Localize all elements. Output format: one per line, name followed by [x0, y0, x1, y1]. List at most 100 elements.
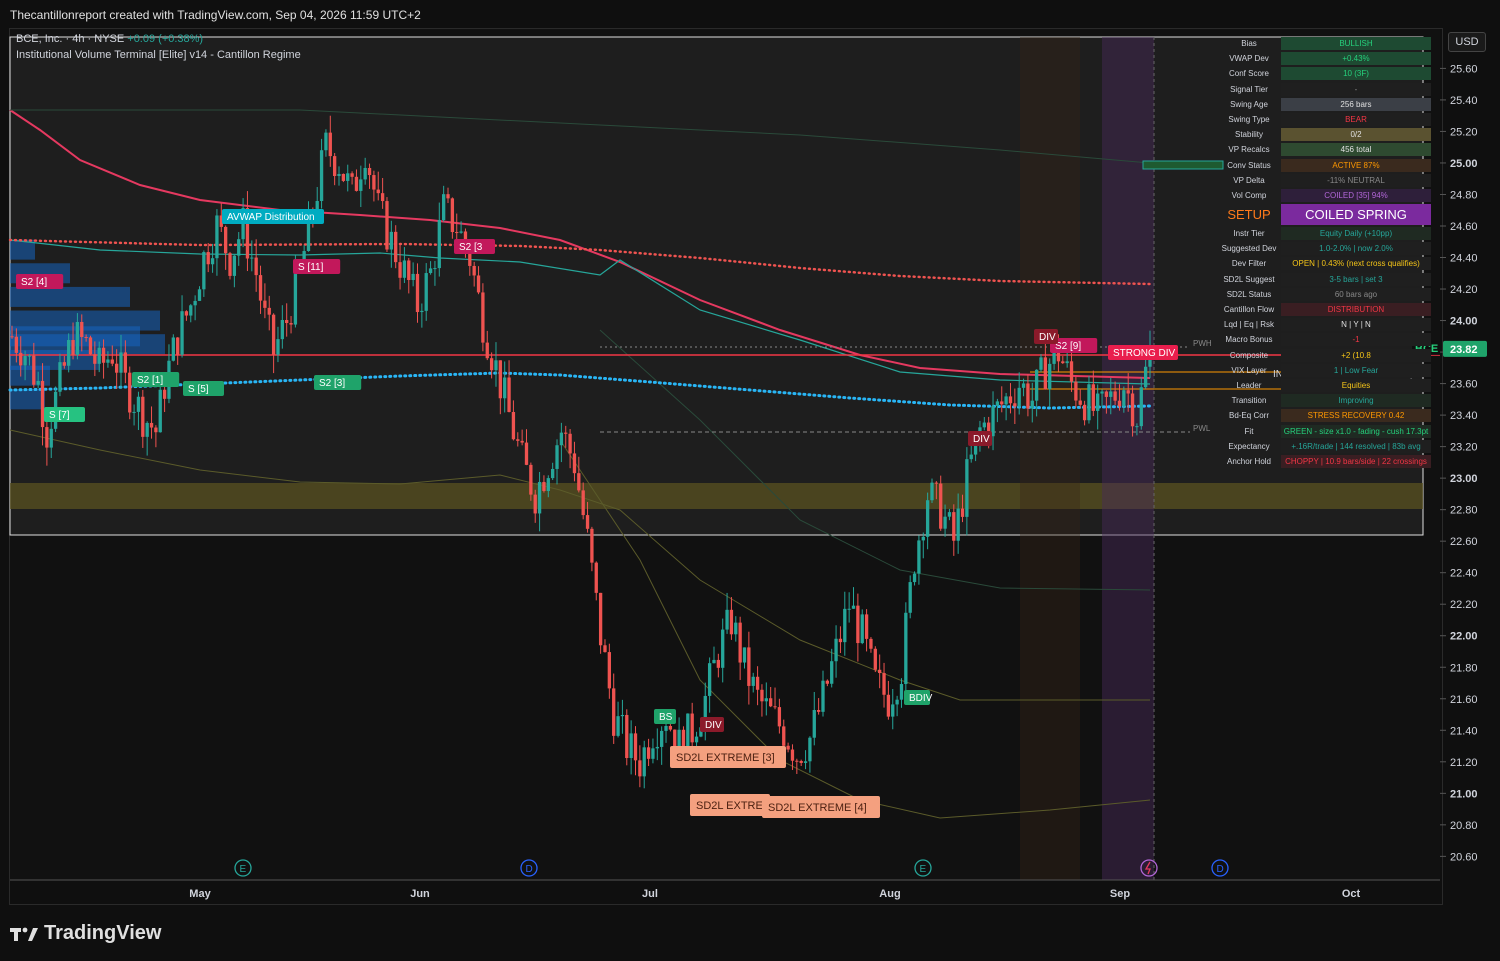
candle-body — [485, 342, 489, 359]
table-row-value: N | Y | N — [1281, 318, 1431, 332]
candle-body — [215, 215, 219, 259]
candle-body — [202, 252, 206, 290]
candle-body — [23, 355, 27, 366]
s2-3b-badge: S2 [3 — [459, 242, 483, 253]
y-tick-label: 25.60 — [1450, 63, 1478, 75]
y-tick-label: 25.20 — [1450, 126, 1478, 138]
candle-body — [271, 314, 276, 355]
y-tick-label: 24.20 — [1450, 284, 1478, 296]
y-tick-label: 21.20 — [1450, 757, 1478, 769]
candle-body — [764, 698, 768, 702]
candle-body — [114, 363, 119, 373]
table-row-key: Fit — [1244, 426, 1254, 436]
tradingview-brand[interactable]: TradingView — [10, 922, 161, 945]
tradingview-logo-icon — [10, 927, 38, 941]
candle-body — [969, 454, 973, 460]
y-tick-label: 21.80 — [1450, 662, 1478, 674]
candle-body — [516, 439, 520, 441]
session-shade-1 — [1020, 37, 1080, 880]
table-row-value: COILED [35] 94% — [1281, 188, 1431, 202]
s2-4-badge: S2 [4] — [21, 277, 47, 288]
avwap-badge: AVWAP Distribution — [227, 212, 315, 223]
candle-body — [380, 193, 385, 202]
candle-body — [267, 307, 271, 315]
currency-button[interactable]: USD — [1448, 32, 1486, 52]
div-badge-2: DIV — [973, 434, 990, 445]
earnings-icon-aug: E — [920, 864, 927, 875]
table-row-key: VP Recalcs — [1228, 145, 1270, 155]
candle-body — [232, 255, 237, 276]
candle-body — [206, 252, 210, 265]
candle-body — [712, 659, 716, 664]
candle-body — [119, 352, 123, 373]
table-row: Signal Tier - — [1218, 82, 1433, 97]
candle-body — [808, 737, 812, 762]
table-row-value: 10 (3F) — [1281, 67, 1431, 81]
y-tick-label: 24.60 — [1450, 221, 1478, 233]
candle-body — [1013, 403, 1017, 407]
candle-body — [446, 194, 450, 199]
candle-body — [520, 440, 524, 443]
indicator-legend[interactable]: Institutional Volume Terminal [Elite] v1… — [16, 49, 301, 61]
table-row: Instr Tier Equity Daily (+10pp) — [1218, 226, 1433, 241]
table-row-value: 1 | Low Fear — [1281, 363, 1431, 377]
table-row-value: Improving — [1281, 394, 1431, 408]
y-tick-label: 20.80 — [1450, 820, 1478, 832]
candle-body — [895, 699, 899, 705]
table-row-key: Lqd | Eq | Rsk — [1224, 320, 1274, 330]
candle-body — [210, 258, 215, 265]
candle-body — [123, 352, 128, 373]
table-row-key: Swing Age — [1230, 99, 1268, 109]
table-row-key: Swing Type — [1228, 114, 1270, 124]
candle-body — [795, 760, 799, 762]
table-row-value: 1.0-2.0% | now 2.0% — [1281, 242, 1431, 256]
candle-body — [97, 347, 101, 364]
table-row-key: Stability — [1234, 130, 1263, 140]
candle-body — [555, 445, 559, 469]
candle-body — [88, 337, 93, 355]
strong-div-badge: STRONG DIV — [1113, 348, 1176, 359]
candle-body — [939, 483, 943, 529]
candle-body — [773, 706, 777, 708]
candle-body — [751, 676, 755, 686]
candle-body — [803, 761, 808, 763]
candle-body — [359, 179, 363, 191]
y-tick-label: 20.60 — [1450, 851, 1478, 863]
range-box — [9, 36, 1424, 536]
candle-body — [830, 661, 834, 684]
table-row-value: OPEN | 0.43% (next cross qualifies) — [1281, 257, 1431, 271]
table-row-key: VP Delta — [1233, 175, 1265, 185]
table-row-key: Instr Tier — [1233, 229, 1265, 239]
table-row-value: - — [1281, 82, 1431, 96]
candle-body — [607, 652, 611, 689]
candle-body — [263, 300, 267, 308]
candle-body — [546, 478, 550, 492]
candle-body — [873, 648, 877, 670]
candle-body — [14, 336, 19, 353]
table-row: Lqd | Eq | Rsk N | Y | N — [1218, 317, 1433, 332]
s2-11-badge: S [11] — [298, 262, 324, 273]
candle-body — [629, 733, 633, 759]
candle-body — [860, 614, 864, 644]
table-row: Swing Type BEAR — [1218, 112, 1433, 127]
table-row-value: BEAR — [1281, 112, 1431, 126]
symbol-legend[interactable]: BCE, Inc. · 4h · NYSE +0.09 (+0.38%) — [16, 33, 203, 45]
table-row-value: BULLISH — [1281, 37, 1431, 50]
candle-body — [1065, 361, 1069, 364]
candle-body — [450, 198, 455, 233]
y-tick-label: 23.20 — [1450, 442, 1478, 454]
candle-body — [660, 730, 664, 747]
candle-body — [498, 360, 502, 399]
candle-body — [197, 289, 202, 301]
candle-body — [1096, 393, 1100, 411]
vp-marker — [1142, 160, 1224, 170]
table-row: SD2L Suggest 3-5 bars | set 3 — [1218, 272, 1433, 287]
dividend-icon-jun: D — [526, 864, 533, 875]
table-row: Macro Bonus -1 — [1218, 332, 1433, 347]
table-row-key: Transition — [1231, 396, 1267, 406]
table-row: VWAP Dev +0.43% — [1218, 51, 1433, 66]
candle-body — [542, 481, 546, 492]
candle-body — [891, 704, 895, 717]
candle-body — [1000, 401, 1004, 405]
x-tick-label: Jun — [410, 888, 430, 900]
